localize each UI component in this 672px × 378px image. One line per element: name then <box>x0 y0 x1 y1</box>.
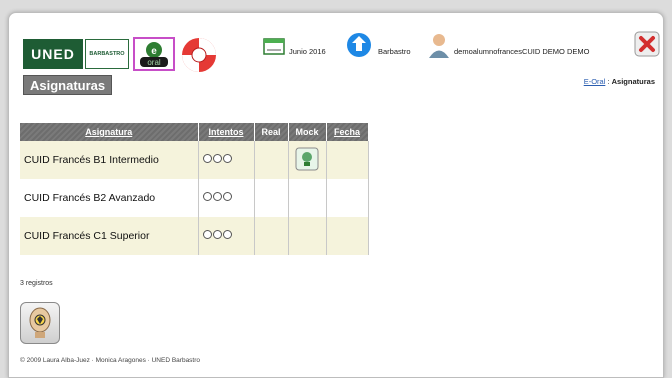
date-cell <box>326 141 369 179</box>
page-title: Asignaturas <box>23 75 113 95</box>
attempt-dot <box>212 154 222 163</box>
attempts-indicator <box>202 154 232 163</box>
eoral-logo-icon: e oral <box>140 42 168 67</box>
user-icon <box>427 31 451 64</box>
breadcrumb-separator: : <box>607 77 610 86</box>
user-name: demoalumnofrancesCUID DEMO DEMO <box>454 47 590 56</box>
col-header-asignatura[interactable]: Asignatura <box>20 123 199 141</box>
attempts-indicator <box>202 192 232 201</box>
real-cell <box>254 217 289 255</box>
audio-head-button[interactable] <box>20 302 60 344</box>
breadcrumb: E-Oral : Asignaturas <box>584 77 655 86</box>
records-count: 3 registros <box>20 280 53 287</box>
svg-text:e: e <box>151 46 157 57</box>
eoral-logo[interactable]: e oral <box>133 37 175 71</box>
subject-cell: CUID Francés B2 Avanzado <box>20 179 199 217</box>
attempts-indicator <box>202 230 232 239</box>
attempt-dot <box>222 230 232 239</box>
mock-cell <box>288 141 327 179</box>
breadcrumb-current: Asignaturas <box>611 77 655 86</box>
table-row: CUID Francés B2 Avanzado <box>20 179 369 217</box>
svg-text:oral: oral <box>147 58 161 67</box>
footer-credits: © 2009 Laura Alba-Juez · Monica Aragones… <box>20 357 201 364</box>
table-row: CUID Francés B1 Intermedio <box>20 141 369 179</box>
audio-head-icon <box>29 307 51 338</box>
attempts-cell <box>198 141 255 179</box>
attempt-dot <box>212 230 222 239</box>
breadcrumb-link-eoral[interactable]: E-Oral <box>584 77 606 86</box>
subject-cell: CUID Francés C1 Superior <box>20 217 199 255</box>
barbastro-logo[interactable]: BARBASTRO <box>85 39 129 69</box>
col-header-real: Real <box>254 123 289 141</box>
lifebuoy-icon[interactable] <box>179 35 219 75</box>
attempts-cell <box>198 179 255 217</box>
attempts-cell <box>198 217 255 255</box>
date-cell <box>326 217 369 255</box>
mock-exam-icon[interactable] <box>295 147 319 174</box>
attempt-dot <box>202 154 212 163</box>
attempt-dot <box>202 230 212 239</box>
col-header-intentos[interactable]: Intentos <box>198 123 255 141</box>
attempt-dot <box>222 192 232 201</box>
col-header-fecha[interactable]: Fecha <box>326 123 369 141</box>
real-cell <box>254 141 289 179</box>
attempt-dot <box>202 192 212 201</box>
attempt-dot <box>212 192 222 201</box>
table-row: CUID Francés C1 Superior <box>20 217 369 255</box>
mock-cell <box>288 179 327 217</box>
date-cell <box>326 179 369 217</box>
mock-cell <box>288 217 327 255</box>
globe-icon[interactable] <box>345 31 373 64</box>
real-cell <box>254 179 289 217</box>
col-header-mock: Mock <box>288 123 327 141</box>
date-label: Junio 2016 <box>289 47 326 56</box>
subjects-table: Asignatura Intentos Real Mock Fecha CUID… <box>20 123 369 255</box>
location-label: Barbastro <box>378 47 411 56</box>
subject-cell: CUID Francés B1 Intermedio <box>20 141 199 179</box>
close-icon[interactable] <box>634 31 660 62</box>
uned-logo[interactable]: UNED <box>23 39 83 69</box>
calendar-icon <box>263 36 285 61</box>
attempt-dot <box>222 154 232 163</box>
